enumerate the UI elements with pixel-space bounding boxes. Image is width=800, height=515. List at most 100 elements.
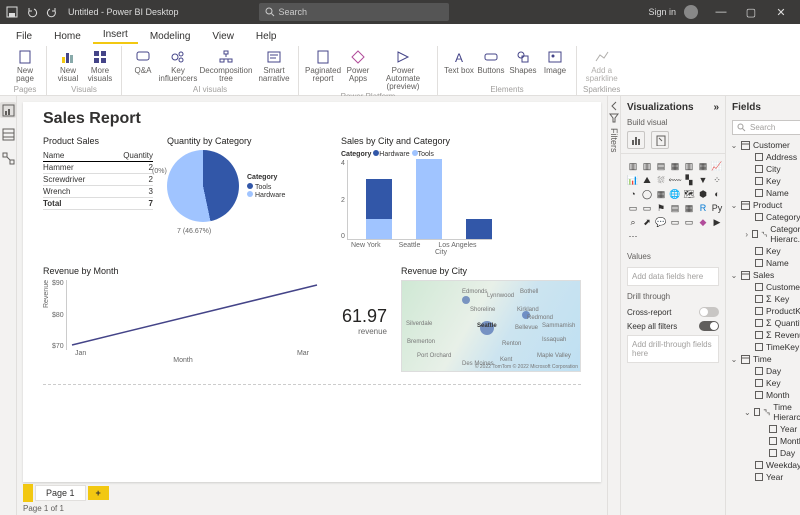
field-key[interactable]: Key bbox=[730, 245, 800, 257]
revenue-by-month-visual[interactable]: Revenue by Month Revenue $90$80$70 JanMa… bbox=[43, 266, 323, 376]
field-name[interactable]: Name bbox=[730, 257, 800, 269]
field-timekey[interactable]: TimeKey bbox=[730, 341, 800, 353]
matrix-icon[interactable]: R bbox=[697, 202, 709, 214]
page-tab[interactable]: Page 1 bbox=[35, 485, 86, 501]
cross-report-toggle[interactable] bbox=[699, 307, 719, 317]
format-visual-tab[interactable] bbox=[651, 131, 669, 149]
add-page-button[interactable]: + bbox=[88, 486, 109, 500]
new-visual-button[interactable]: New visual bbox=[53, 46, 83, 83]
treemap-icon[interactable]: ▦ bbox=[655, 188, 667, 200]
field-key[interactable]: Key bbox=[730, 175, 800, 187]
revenue-card[interactable]: 61.97 revenue bbox=[337, 306, 387, 336]
maximize-button[interactable]: ▢ bbox=[736, 6, 766, 19]
map-icon[interactable]: 🌐 bbox=[669, 188, 681, 200]
menu-help[interactable]: Help bbox=[246, 28, 287, 44]
menu-view[interactable]: View bbox=[202, 28, 244, 44]
pie-icon[interactable]: ◔ bbox=[627, 188, 639, 200]
collapse-icon[interactable]: » bbox=[713, 102, 719, 113]
text-box-button[interactable]: AText box bbox=[444, 46, 474, 75]
field-month[interactable]: Month bbox=[730, 389, 800, 401]
decomp-icon[interactable]: ⬈ bbox=[641, 216, 653, 228]
field-city[interactable]: City bbox=[730, 163, 800, 175]
more-icon[interactable]: ⋯ bbox=[627, 230, 639, 242]
field-name[interactable]: Name bbox=[730, 187, 800, 199]
field-customerkey[interactable]: CustomerKey bbox=[730, 281, 800, 293]
donut-icon[interactable]: ◯ bbox=[641, 188, 653, 200]
quantity-by-category-visual[interactable]: Quantity by Category (0%) 7 (46.67%) Cat… bbox=[167, 136, 327, 256]
menu-insert[interactable]: Insert bbox=[93, 26, 138, 44]
waterfall-icon[interactable]: ▚ bbox=[683, 174, 695, 186]
report-view-icon[interactable] bbox=[0, 102, 16, 118]
shapes-button[interactable]: Shapes bbox=[508, 46, 538, 75]
field-day[interactable]: Day bbox=[730, 365, 800, 377]
ribbon-icon[interactable]: ⬳ bbox=[669, 174, 681, 186]
area-icon[interactable]: 📊 bbox=[627, 174, 639, 186]
narrative-icon[interactable]: ▭ bbox=[669, 216, 681, 228]
field-key[interactable]: Key bbox=[730, 377, 800, 389]
field-timehierarchy[interactable]: ⌄Time Hierarchy bbox=[730, 401, 800, 423]
stacked-column-icon[interactable]: ▥ bbox=[641, 160, 653, 172]
kpi-icon[interactable]: ⚑ bbox=[655, 202, 667, 214]
stacked-bar100-icon[interactable]: ▥ bbox=[683, 160, 695, 172]
slicer-icon[interactable]: ▤ bbox=[669, 202, 681, 214]
save-icon[interactable] bbox=[4, 4, 20, 20]
filters-pane-collapsed[interactable]: Filters bbox=[607, 96, 620, 515]
field-quantity[interactable]: ΣQuantity bbox=[730, 317, 800, 329]
key-infl-icon[interactable]: ⌕ bbox=[627, 216, 639, 228]
qa-icon[interactable]: 💬 bbox=[655, 216, 667, 228]
scatter-icon[interactable]: ⁘ bbox=[711, 174, 723, 186]
gauge-icon[interactable]: ◐ bbox=[711, 188, 723, 200]
clustered-column-icon[interactable]: ▦ bbox=[669, 160, 681, 172]
field-revenue[interactable]: ΣRevenue bbox=[730, 329, 800, 341]
close-button[interactable]: ✕ bbox=[766, 6, 796, 19]
paginated-report-button[interactable]: Paginated report bbox=[305, 46, 341, 83]
app-icon[interactable]: ◆ bbox=[697, 216, 709, 228]
field-categoryhierarc[interactable]: ›Category Hierarc... bbox=[730, 223, 800, 245]
smart-narrative-button[interactable]: Smart narrative bbox=[256, 46, 292, 83]
azure-map-icon[interactable]: ⬢ bbox=[697, 188, 709, 200]
stacked-col100-icon[interactable]: ▦ bbox=[697, 160, 709, 172]
model-view-icon[interactable] bbox=[0, 150, 16, 166]
table-product[interactable]: ⌄Product bbox=[730, 199, 800, 211]
automate-icon[interactable]: ▶ bbox=[711, 216, 723, 228]
build-visual-tab[interactable] bbox=[627, 131, 645, 149]
sales-by-city-category-visual[interactable]: Sales by City and Category Category Hard… bbox=[341, 136, 541, 256]
field-weekday[interactable]: Weekday bbox=[730, 459, 800, 471]
clustered-bar-icon[interactable]: ▤ bbox=[655, 160, 667, 172]
table-icon[interactable]: ▦ bbox=[683, 202, 695, 214]
field-year[interactable]: Year bbox=[730, 423, 800, 435]
drill-well[interactable]: Add drill-through fields here bbox=[627, 335, 719, 363]
fields-search[interactable]: Search bbox=[732, 120, 800, 135]
multi-card-icon[interactable]: ▭ bbox=[641, 202, 653, 214]
minimize-button[interactable]: — bbox=[706, 6, 736, 18]
line-icon[interactable]: 📈 bbox=[711, 160, 723, 172]
global-search[interactable]: Search bbox=[259, 3, 449, 21]
data-view-icon[interactable] bbox=[0, 126, 16, 142]
menu-modeling[interactable]: Modeling bbox=[140, 28, 201, 44]
card-icon[interactable]: ▭ bbox=[627, 202, 639, 214]
revenue-by-city-visual[interactable]: Revenue by City Seattle Kirkland Redmond… bbox=[401, 266, 581, 376]
filled-map-icon[interactable]: 🗺 bbox=[683, 188, 695, 200]
menu-file[interactable]: File bbox=[6, 28, 42, 44]
field-productkey[interactable]: ProductKey bbox=[730, 305, 800, 317]
undo-icon[interactable] bbox=[24, 4, 40, 20]
field-month[interactable]: Month bbox=[730, 435, 800, 447]
image-button[interactable]: Image bbox=[540, 46, 570, 75]
keep-filters-toggle[interactable] bbox=[699, 321, 719, 331]
field-year[interactable]: Year bbox=[730, 471, 800, 483]
more-visuals-button[interactable]: More visuals bbox=[85, 46, 115, 83]
stacked-bar-icon[interactable]: ▥ bbox=[627, 160, 639, 172]
qna-button[interactable]: Q&A bbox=[128, 46, 158, 75]
table-time[interactable]: ⌄Time bbox=[730, 353, 800, 365]
funnel-icon[interactable]: ▼ bbox=[697, 174, 709, 186]
power-automate-button[interactable]: Power Automate (preview) bbox=[375, 46, 431, 91]
new-page-button[interactable]: New page bbox=[10, 46, 40, 83]
decomposition-tree-button[interactable]: Decomposition tree bbox=[198, 46, 254, 83]
field-category[interactable]: Category bbox=[730, 211, 800, 223]
paginated-icon[interactable]: ▭ bbox=[683, 216, 695, 228]
py-icon[interactable]: Py bbox=[711, 202, 723, 214]
values-well[interactable]: Add data fields here bbox=[627, 267, 719, 286]
table-customer[interactable]: ⌄Customer bbox=[730, 139, 800, 151]
field-key[interactable]: ΣKey bbox=[730, 293, 800, 305]
avatar[interactable] bbox=[684, 5, 698, 19]
